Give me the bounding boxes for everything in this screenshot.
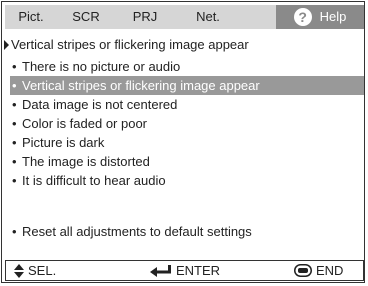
enter-key-icon: [150, 264, 171, 277]
list-item-selected[interactable]: • Vertical stripes or flickering image ap…: [10, 76, 364, 95]
select-hint-label: SEL.: [28, 263, 57, 278]
up-down-arrows-icon: [14, 263, 24, 278]
list-item-label: Picture is dark: [22, 135, 105, 150]
end-hint-label: END: [316, 263, 344, 278]
bullet-icon: •: [12, 59, 17, 74]
list-item-label: There is no picture or audio: [22, 59, 181, 74]
tab-network[interactable]: Net.: [187, 5, 229, 29]
select-hint: SEL.: [14, 261, 56, 280]
tab-projector[interactable]: PRJ: [125, 5, 165, 29]
bullet-icon: •: [12, 116, 17, 131]
triangle-right-icon: [4, 39, 9, 50]
tab-help-label: Help: [319, 9, 347, 24]
list-item-label: The image is distorted: [22, 154, 150, 169]
bullet-icon: •: [12, 97, 17, 112]
list-item-label: Color is faded or poor: [22, 116, 148, 131]
list-item[interactable]: • Data image is not centered: [10, 95, 364, 114]
bullet-icon: •: [12, 135, 17, 150]
tab-help[interactable]: ? Help: [276, 5, 364, 29]
menu-button-icon: [294, 264, 312, 278]
menu-tab-bar: Pict. SCR PRJ Net. ? Help: [5, 5, 364, 29]
list-item[interactable]: • There is no picture or audio: [10, 57, 364, 76]
current-topic-label: Vertical stripes or flickering image app…: [11, 37, 249, 52]
bullet-icon: •: [12, 173, 17, 188]
end-hint: END: [294, 261, 343, 280]
list-item-label: Data image is not centered: [22, 97, 178, 112]
enter-hint: ENTER: [150, 261, 220, 280]
bullet-icon: •: [12, 224, 17, 239]
bullet-icon: •: [12, 78, 17, 93]
reset-all-item[interactable]: • Reset all adjustments to default settin…: [12, 223, 252, 241]
list-item-label: Vertical stripes or flickering image app…: [22, 78, 260, 93]
list-item[interactable]: • Color is faded or poor: [10, 114, 364, 133]
current-topic-heading: Vertical stripes or flickering image app…: [4, 36, 249, 54]
tab-screen[interactable]: SCR: [66, 5, 106, 29]
reset-all-label: Reset all adjustments to default setting…: [22, 224, 252, 239]
bullet-icon: •: [12, 154, 17, 169]
key-guide-bar: SEL. ENTER END: [5, 260, 364, 281]
tab-picture[interactable]: Pict.: [8, 5, 54, 29]
question-mark-icon: ?: [293, 7, 312, 26]
list-item[interactable]: • Picture is dark: [10, 133, 364, 152]
list-item[interactable]: • It is difficult to hear audio: [10, 171, 364, 190]
list-item[interactable]: • The image is distorted: [10, 152, 364, 171]
help-menu-window: Pict. SCR PRJ Net. ? Help Vertical stripe…: [1, 1, 365, 283]
help-topic-list: • There is no picture or audio • Vertical …: [10, 57, 364, 190]
enter-hint-label: ENTER: [176, 263, 221, 278]
list-item-label: It is difficult to hear audio: [22, 173, 166, 188]
